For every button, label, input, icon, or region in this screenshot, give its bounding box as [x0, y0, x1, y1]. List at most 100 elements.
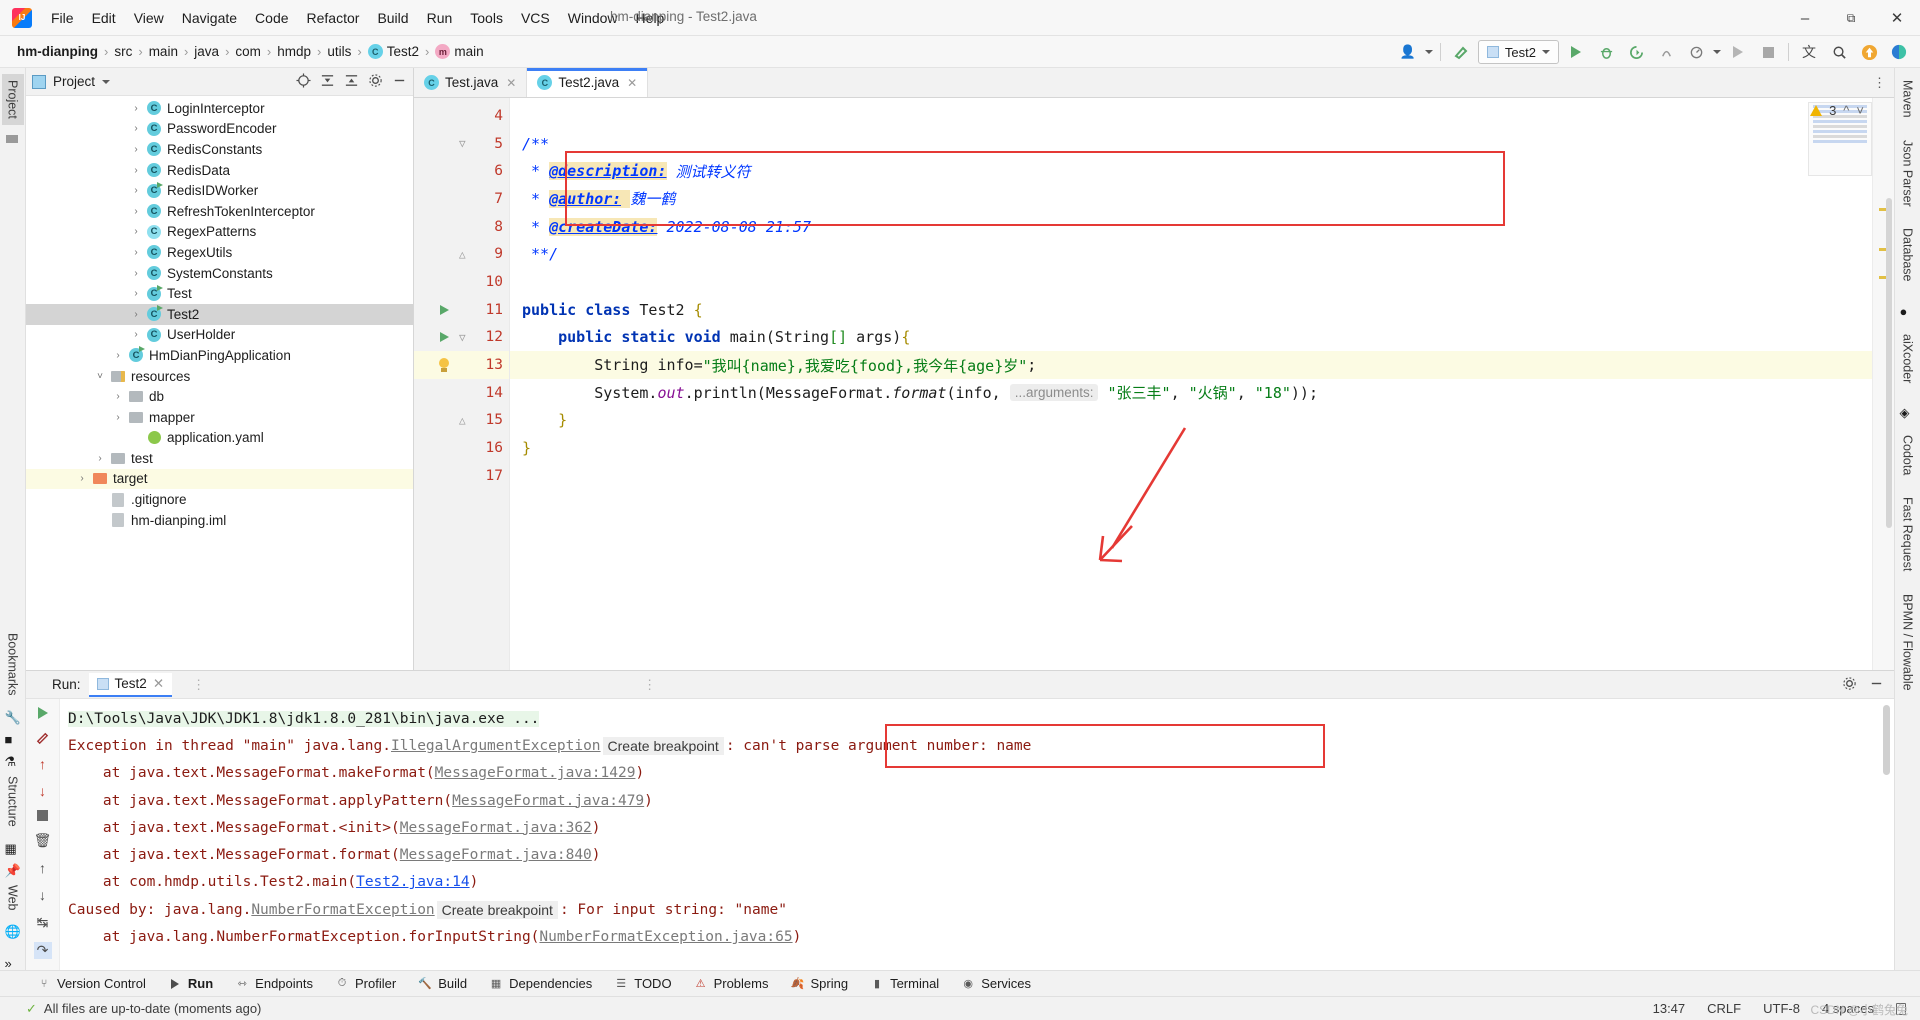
- caused-class-link[interactable]: NumberFormatException: [251, 902, 434, 918]
- rerun-icon[interactable]: [34, 707, 52, 719]
- menu-item-code[interactable]: Code: [246, 6, 297, 30]
- menu-item-navigate[interactable]: Navigate: [173, 6, 246, 30]
- down-icon[interactable]: ↓: [34, 887, 52, 903]
- tab-test-java[interactable]: C Test.java ✕: [414, 68, 528, 97]
- drag-handle[interactable]: ⋮: [643, 677, 656, 693]
- tree-expand-arrow[interactable]: ˅: [95, 371, 105, 382]
- fold-icon[interactable]: ▽: [459, 137, 471, 150]
- menu-item-refactor[interactable]: Refactor: [298, 6, 369, 30]
- wrench-icon[interactable]: 🔧: [5, 710, 21, 725]
- run-configuration-selector[interactable]: Test2: [1477, 40, 1559, 64]
- tab-test2-java[interactable]: C Test2.java ✕: [527, 68, 649, 97]
- source-link[interactable]: MessageFormat.java:840: [400, 847, 592, 863]
- tree-item[interactable]: › target: [26, 468, 413, 490]
- sidebar-item-database[interactable]: Database: [1897, 222, 1919, 288]
- tree-expand-arrow[interactable]: ›: [131, 103, 141, 114]
- run-tab-test2[interactable]: Test2 ✕: [88, 672, 173, 697]
- fold-icon[interactable]: ▽: [459, 331, 471, 344]
- breadcrumb-item-utils[interactable]: utils: [322, 42, 356, 61]
- menu-item-view[interactable]: View: [125, 6, 173, 30]
- close-icon[interactable]: ✕: [153, 676, 164, 692]
- locate-icon[interactable]: [296, 72, 311, 91]
- sidebar-item-codota[interactable]: Codota: [1897, 429, 1919, 481]
- inspection-widget[interactable]: 3 ^ ˅: [1810, 103, 1864, 118]
- close-icon[interactable]: ✕: [627, 76, 637, 90]
- sidebar-item-bpmn-flowable[interactable]: BPMN / Flowable: [1897, 588, 1919, 697]
- sidebar-item-web[interactable]: Web: [2, 879, 24, 916]
- tree-expand-arrow[interactable]: ›: [131, 288, 141, 299]
- collapse-all-icon[interactable]: [344, 73, 359, 91]
- codota-icon[interactable]: ◈: [1900, 405, 1916, 420]
- run-with-coverage-button[interactable]: [1623, 39, 1649, 65]
- create-breakpoint-hint[interactable]: Create breakpoint: [602, 736, 724, 755]
- tree-item[interactable]: › C RegexUtils: [26, 242, 413, 263]
- tree-expand-arrow[interactable]: ›: [113, 391, 123, 402]
- tree-item[interactable]: › C RedisData: [26, 160, 413, 181]
- bottom-tab-todo[interactable]: ☰ TODO: [603, 973, 682, 994]
- sidebar-item-json-parser[interactable]: Json Parser: [1897, 134, 1919, 213]
- fold-icon[interactable]: △: [459, 248, 471, 261]
- bottom-tab-services[interactable]: ◉ Services: [950, 973, 1042, 994]
- down-icon[interactable]: ↓: [34, 783, 52, 799]
- tree-expand-arrow[interactable]: ›: [131, 226, 141, 237]
- tree-expand-arrow[interactable]: ›: [131, 185, 141, 196]
- intention-bulb-icon[interactable]: [438, 357, 450, 373]
- scroll-to-end-icon[interactable]: ↷: [33, 942, 52, 959]
- menu-item-edit[interactable]: Edit: [83, 6, 125, 30]
- up-icon[interactable]: ↑: [34, 860, 52, 876]
- sidebar-item-bookmarks[interactable]: Bookmarks: [2, 627, 24, 702]
- breadcrumb-item-src[interactable]: src: [109, 42, 137, 61]
- bottom-tab-profiler[interactable]: ⏱ Profiler: [324, 973, 407, 994]
- soft-wrap-icon[interactable]: ↹: [34, 914, 52, 931]
- console-output[interactable]: D:\Tools\Java\JDK\JDK1.8\jdk1.8.0_281\bi…: [60, 699, 1894, 970]
- source-link[interactable]: NumberFormatException.java:65: [539, 929, 792, 945]
- close-button[interactable]: ✕: [1874, 0, 1920, 36]
- tree-expand-arrow[interactable]: ›: [131, 309, 141, 320]
- database-icon[interactable]: ●: [1900, 304, 1916, 319]
- chevron-down-icon[interactable]: [1713, 50, 1721, 54]
- flask-icon[interactable]: ⚗: [5, 754, 21, 769]
- bottom-tab-run[interactable]: Run: [157, 973, 224, 994]
- tree-expand-arrow[interactable]: ›: [131, 165, 141, 176]
- profiler-button[interactable]: [1653, 39, 1679, 65]
- chevron-down-icon[interactable]: [1424, 50, 1433, 54]
- source-link-test2[interactable]: Test2.java:14: [356, 874, 470, 890]
- more-icon[interactable]: »: [5, 956, 21, 971]
- source-link[interactable]: MessageFormat.java:362: [400, 820, 592, 836]
- search-button[interactable]: [1826, 39, 1852, 65]
- status-line-separator[interactable]: CRLF: [1707, 1001, 1741, 1016]
- tree-expand-arrow[interactable]: ›: [131, 144, 141, 155]
- bottom-tab-endpoints[interactable]: ⇿ Endpoints: [224, 973, 324, 994]
- commit-icon[interactable]: [5, 133, 21, 147]
- stop-icon[interactable]: [34, 810, 52, 821]
- source-link[interactable]: MessageFormat.java:479: [452, 793, 644, 809]
- hide-icon[interactable]: [392, 73, 407, 91]
- run-method-icon[interactable]: [439, 332, 449, 343]
- tree-item[interactable]: › C Test: [26, 283, 413, 304]
- sidebar-item-project[interactable]: Project: [1, 74, 24, 125]
- tree-expand-arrow[interactable]: ›: [113, 412, 123, 423]
- breadcrumb-item-java[interactable]: java: [189, 42, 224, 61]
- bottom-tab-terminal[interactable]: ▮ Terminal: [859, 973, 950, 994]
- tree-expand-arrow[interactable]: ›: [131, 206, 141, 217]
- trash-icon[interactable]: 🗑: [34, 832, 52, 849]
- menu-item-file[interactable]: File: [42, 6, 83, 30]
- tree-item[interactable]: › C RedisConstants: [26, 139, 413, 160]
- tree-expand-arrow[interactable]: ›: [95, 453, 105, 464]
- hammer-icon[interactable]: [1448, 39, 1474, 65]
- chevron-down-icon[interactable]: ˅: [1856, 103, 1864, 118]
- pin-icon[interactable]: 📌: [5, 863, 21, 878]
- menu-item-run[interactable]: Run: [418, 6, 462, 30]
- code-text[interactable]: /** * @description: 测试转义符 * @author: 魏一鹤…: [510, 98, 1872, 670]
- bottom-tab-problems[interactable]: ⚠ Problems: [683, 973, 780, 994]
- debug-button[interactable]: [1593, 39, 1619, 65]
- tree-item[interactable]: › C Test2: [26, 303, 413, 325]
- tree-item[interactable]: › test: [26, 448, 413, 469]
- breadcrumb-item-test2[interactable]: C Test2: [363, 42, 424, 61]
- tree-item[interactable]: › mapper: [26, 407, 413, 428]
- rerun-button[interactable]: [1725, 39, 1751, 65]
- tree-item[interactable]: › C UserHolder: [26, 325, 413, 346]
- sidebar-item-structure[interactable]: Structure: [2, 770, 24, 833]
- menu-item-build[interactable]: Build: [368, 6, 417, 30]
- tree-expand-arrow[interactable]: ›: [113, 350, 123, 361]
